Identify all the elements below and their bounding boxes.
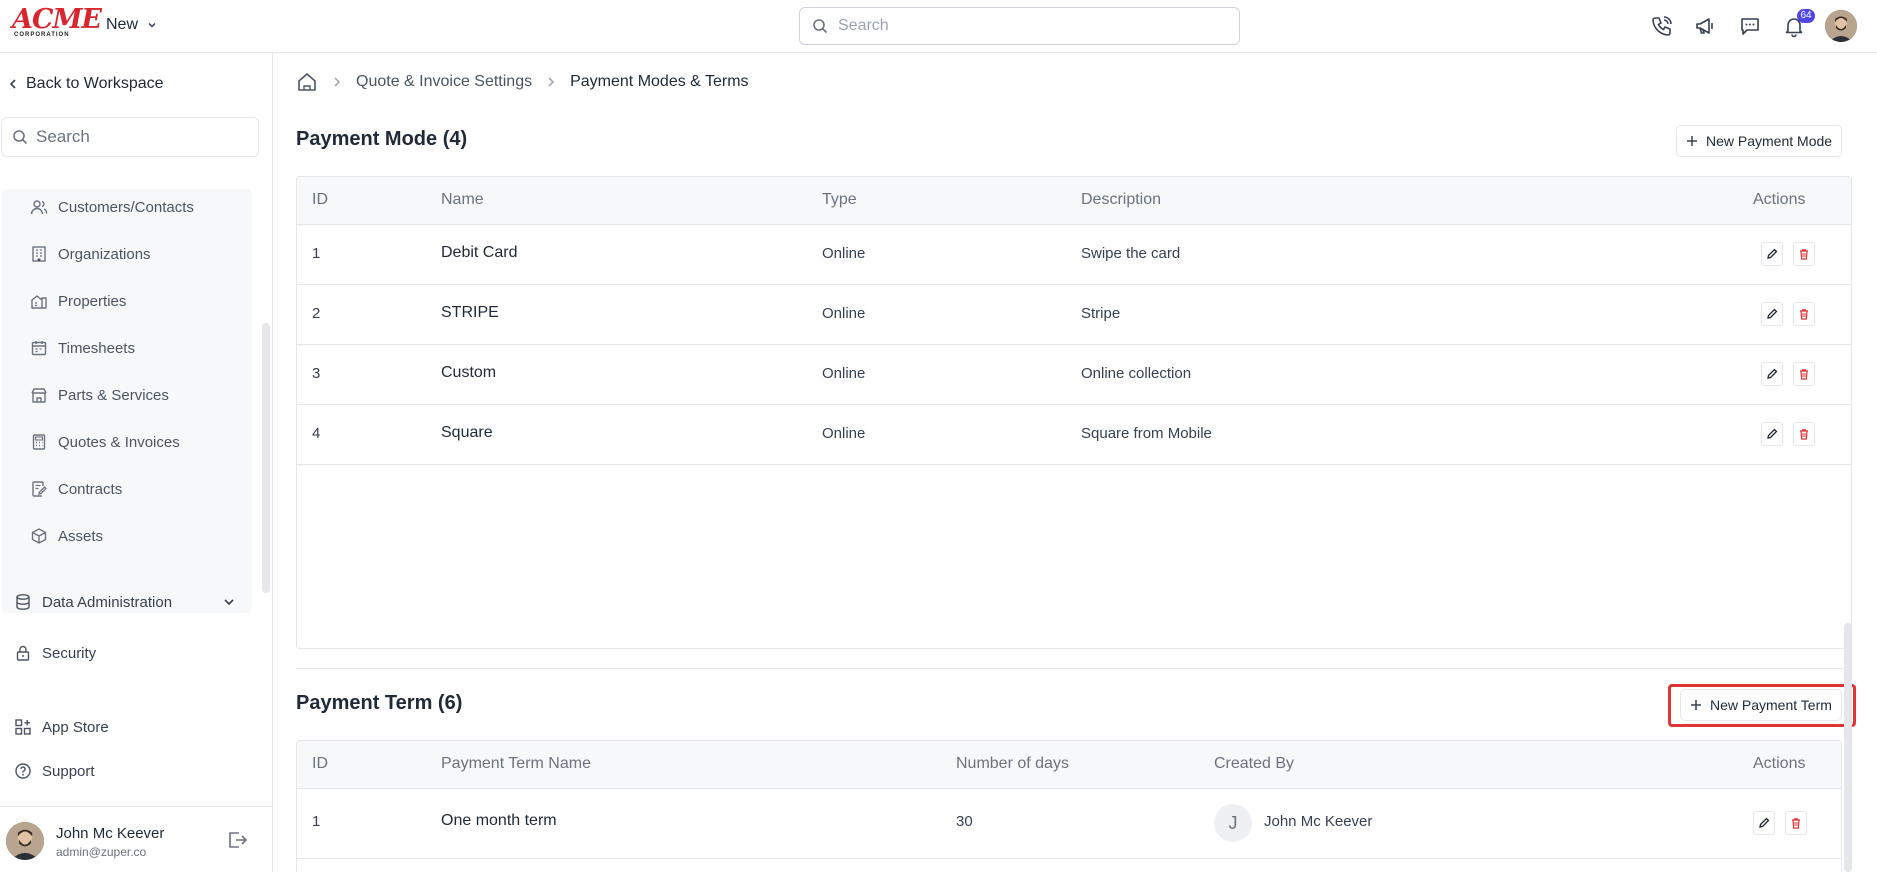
cube-icon [31,528,47,544]
global-search[interactable] [799,7,1240,45]
sidebar-item-quotes-invoices[interactable]: Quotes & Invoices [30,430,180,454]
database-icon [16,594,30,610]
home-icon[interactable] [296,71,318,93]
edit-icon[interactable] [1761,302,1783,326]
search-icon [13,130,28,145]
chevron-down-icon [224,599,234,606]
chevron-right-icon [334,77,341,87]
chevron-down-icon [148,22,156,28]
sidebar-item-support[interactable]: Support [14,762,95,780]
user-avatar[interactable] [1825,10,1857,42]
megaphone-icon[interactable] [1693,13,1719,39]
store-icon [31,388,47,403]
edit-icon[interactable] [1761,242,1783,266]
main-scrollbar[interactable] [1844,623,1852,872]
new-menu-button[interactable]: New [106,16,158,34]
sidebar-item-parts-services[interactable]: Parts & Services [30,383,169,407]
delete-icon[interactable] [1793,362,1815,386]
search-icon [813,19,828,34]
top-bar: ACME CORPORATION New 64 [0,0,1877,53]
global-search-input[interactable] [838,17,1218,35]
payment-mode-title: Payment Mode (4) [296,128,468,150]
table-row: 3 Custom Online Online collection [297,345,1851,405]
sidebar-search-input[interactable] [36,127,236,147]
sidebar-item-organizations[interactable]: Organizations [30,242,151,266]
main-content: Quote & Invoice Settings Payment Modes &… [274,53,1877,872]
edit-icon[interactable] [1761,422,1783,446]
sidebar-item-properties[interactable]: Properties [30,289,126,313]
sidebar-search[interactable] [1,117,259,157]
table-header: ID Payment Term Name Number of days Crea… [297,741,1841,789]
breadcrumb-quote-invoice-settings[interactable]: Quote & Invoice Settings [356,73,532,91]
notification-badge: 64 [1797,9,1815,23]
delete-icon[interactable] [1793,242,1815,266]
created-by-name: John Mc Keever [1264,813,1373,830]
new-payment-term-button[interactable]: New Payment Term [1680,689,1842,721]
logout-icon[interactable] [226,829,248,856]
table-row: 1 Debit Card Online Swipe the card [297,225,1851,285]
plus-icon [1687,136,1697,146]
sidebar-item-data-administration[interactable]: Data Administration [14,593,236,611]
avatar[interactable] [6,822,44,860]
sidebar-item-assets[interactable]: Assets [30,524,103,548]
delete-icon[interactable] [1785,811,1807,835]
breadcrumb-current: Payment Modes & Terms [570,73,749,90]
bell-icon[interactable]: 64 [1781,9,1815,39]
avatar: J [1214,804,1252,842]
calendar-icon [31,341,47,356]
edit-icon[interactable] [1753,811,1775,835]
payment-mode-table: ID Name Type Description Actions 1 Debit… [296,176,1852,649]
app-grid-icon [15,719,31,735]
table-row: 2 STRIPE Online Stripe [297,285,1851,345]
edit-icon[interactable] [1761,362,1783,386]
table-header: ID Name Type Description Actions [297,177,1851,225]
building-icon [32,246,46,262]
section-divider [296,668,1852,669]
new-payment-mode-button[interactable]: New Payment Mode [1676,125,1843,157]
current-user-panel: John Mc Keever admin@zuper.co [0,806,273,872]
table-row: 1 One month term 30 J John Mc Keever [297,789,1841,859]
help-circle-icon [15,763,31,779]
contract-icon [32,481,47,497]
payment-term-title: Payment Term (6) [296,692,463,714]
delete-icon[interactable] [1793,422,1815,446]
sidebar-item-security[interactable]: Security [14,644,96,662]
sidebar-item-customers[interactable]: Customers/Contacts [30,195,194,219]
payment-term-table: ID Payment Term Name Number of days Crea… [296,740,1842,872]
sidebar-item-contracts[interactable]: Contracts [30,477,122,501]
table-row: 4 Square Online Square from Mobile [297,405,1851,465]
lock-icon [16,645,30,661]
chevron-right-icon [548,77,555,87]
sidebar-scrollbar[interactable] [262,323,270,593]
chat-icon[interactable] [1737,13,1763,39]
phone-icon[interactable] [1649,13,1675,39]
user-name: John Mc Keever [56,825,165,842]
back-to-workspace-link[interactable]: Back to Workspace [8,75,164,93]
plus-icon [1691,700,1701,710]
acme-logo[interactable]: ACME CORPORATION [12,6,102,39]
users-icon [30,200,48,215]
calculator-icon [32,434,46,450]
sidebar-item-app-store[interactable]: App Store [14,718,109,736]
chevron-left-icon [9,79,16,89]
delete-icon[interactable] [1793,302,1815,326]
property-icon [31,295,47,309]
user-email: admin@zuper.co [56,845,147,859]
sidebar-item-timesheets[interactable]: Timesheets [30,336,135,360]
settings-sidebar: Back to Workspace Customers/Contacts Org… [0,53,273,872]
breadcrumb: Quote & Invoice Settings Payment Modes &… [296,71,749,93]
